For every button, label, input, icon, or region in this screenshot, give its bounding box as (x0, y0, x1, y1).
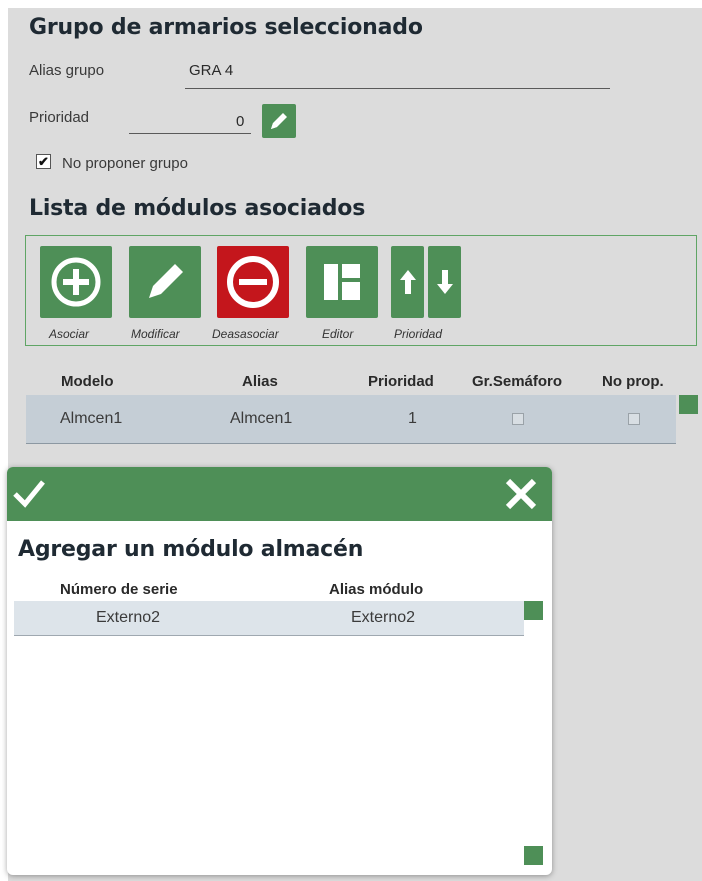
no-prop-checkbox[interactable] (628, 413, 640, 425)
priority-down-button[interactable] (428, 246, 461, 318)
plus-circle-icon (51, 257, 101, 307)
cell-alias-modulo: Externo2 (351, 609, 416, 626)
semaforo-checkbox[interactable] (512, 413, 524, 425)
cell-prioridad: 1 (408, 410, 417, 427)
col-prioridad: Prioridad (368, 373, 434, 390)
col-serie: Número de serie (60, 581, 178, 598)
alias-field[interactable]: GRA 4 (189, 62, 233, 79)
col-modelo: Modelo (61, 373, 114, 390)
priority-field[interactable]: 0 (236, 113, 244, 130)
modify-button[interactable] (129, 246, 201, 318)
associate-button[interactable] (40, 246, 112, 318)
col-semaforo: Gr.Semáforo (472, 373, 563, 390)
minus-circle-icon (227, 256, 279, 308)
confirm-check-icon[interactable] (13, 479, 45, 509)
no-propose-label: No proponer grupo (62, 155, 188, 172)
modules-toolbar: Asociar Modificar Deasasociar Editor Pri (25, 235, 697, 346)
list-item[interactable]: Externo2 Externo2 (14, 601, 524, 636)
no-propose-checkbox[interactable]: ✔ (36, 154, 51, 169)
arrow-down-icon (436, 270, 453, 294)
alias-field-underline (185, 88, 610, 89)
modify-label: Modificar (131, 327, 180, 341)
layout-editor-icon (324, 264, 360, 300)
dialog-list-handle-bottom[interactable] (524, 846, 543, 865)
priority-label-tb: Prioridad (394, 327, 443, 341)
associate-label: Asociar (49, 327, 90, 341)
col-alias: Alias (242, 373, 278, 390)
priority-up-button[interactable] (391, 246, 424, 318)
col-no-prop: No prop. (602, 373, 664, 390)
priority-field-underline (129, 133, 251, 134)
col-alias-modulo: Alias módulo (329, 581, 424, 598)
edit-priority-button[interactable] (262, 104, 296, 138)
arrow-up-icon (399, 270, 416, 294)
disassociate-button[interactable] (217, 246, 289, 318)
group-title: Grupo de armarios seleccionado (29, 15, 423, 40)
pencil-icon (271, 113, 287, 129)
add-module-dialog: Agregar un módulo almacén Número de seri… (7, 467, 552, 875)
editor-button[interactable] (306, 246, 378, 318)
modules-title: Lista de módulos asociados (29, 196, 366, 221)
pencil-icon (149, 264, 183, 298)
disassociate-label: Deasasociar (212, 327, 279, 341)
dialog-header (7, 467, 552, 521)
table-row[interactable]: Almcen1 Almcen1 1 (26, 395, 676, 444)
cell-serie: Externo2 (96, 609, 161, 626)
list-resize-handle[interactable] (679, 395, 698, 414)
alias-label: Alias grupo (29, 62, 105, 79)
editor-label: Editor (322, 327, 354, 341)
priority-label: Prioridad (29, 109, 90, 126)
cell-modelo: Almcen1 (60, 410, 123, 427)
cell-alias: Almcen1 (230, 410, 293, 427)
dialog-list-handle-top[interactable] (524, 601, 543, 620)
close-icon[interactable] (504, 477, 538, 511)
dialog-title: Agregar un módulo almacén (18, 537, 364, 562)
